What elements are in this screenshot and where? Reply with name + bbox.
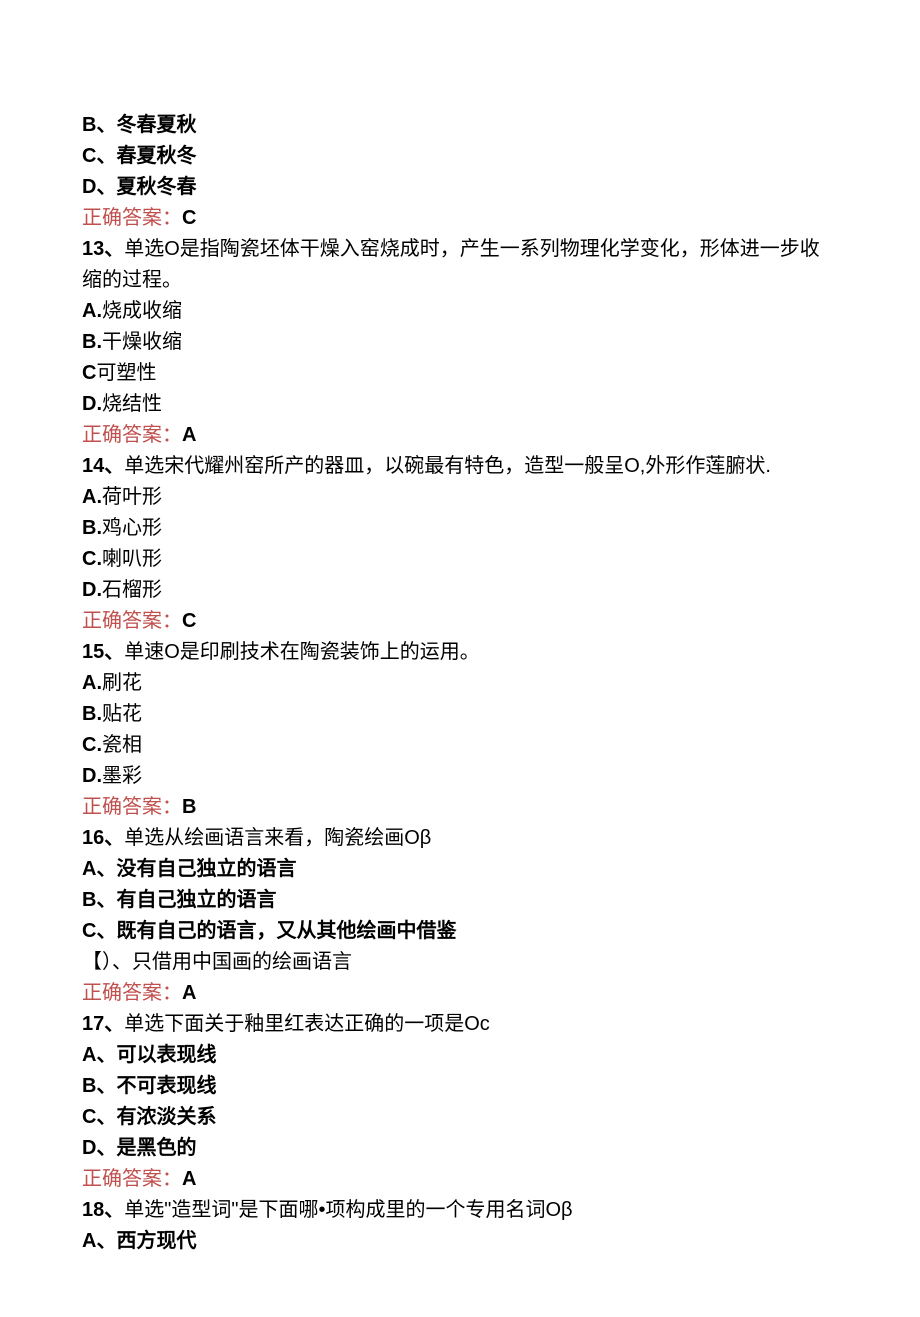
text-line: 13、单选O是指陶瓷坯体干燥入窑烧成时，产生一系列物理化学变化，形体进一步收缩的… [82,234,838,296]
text-part: A. [82,486,102,508]
text-part: 单选下面关于釉里红表达正确的一项是Oc [124,1013,490,1035]
text-part: 喇叭形 [102,548,162,570]
text-part: 可塑性 [96,362,156,384]
text-part: A [182,982,196,1004]
text-content: A、没有自己独立的语言 [82,858,296,880]
text-content: C、春夏秋冬 [82,145,196,167]
text-line: C、既有自己的语言，又从其他绘画中借鉴 [82,916,838,947]
text-content: 【）、只借用中国画的绘画语言 [82,951,352,973]
text-content: C、有浓淡关系 [82,1106,216,1128]
text-part: 正确答案： [82,610,182,632]
text-part: 单速O是印刷技术在陶瓷装饰上的运用。 [124,641,480,663]
text-part: 烧结性 [102,393,162,415]
text-part: 13、 [82,238,124,260]
text-line: A.荷叶形 [82,482,838,513]
text-part: C. [82,734,102,756]
text-part: 瓷相 [102,734,142,756]
text-part: D. [82,765,102,787]
text-part: 单选"造型词"是下面哪•项构成里的一个专用名词Oβ [124,1199,572,1221]
text-part: 14、 [82,455,124,477]
text-line: 正确答案：C [82,203,838,234]
text-line: 【）、只借用中国画的绘画语言 [82,947,838,978]
text-line: C可塑性 [82,358,838,389]
text-part: 18、 [82,1199,124,1221]
text-part: B [182,796,196,818]
text-part: 16、 [82,827,124,849]
text-part: 干燥收缩 [102,331,182,353]
text-line: D、是黑色的 [82,1133,838,1164]
text-line: D、夏秋冬春 [82,172,838,203]
text-line: 正确答案：B [82,792,838,823]
text-line: B、不可表现线 [82,1071,838,1102]
text-line: 16、单选从绘画语言来看，陶瓷绘画Oβ [82,823,838,854]
text-line: B.干燥收缩 [82,327,838,358]
text-part: 单选从绘画语言来看，陶瓷绘画Oβ [124,827,431,849]
text-line: 17、单选下面关于釉里红表达正确的一项是Oc [82,1009,838,1040]
text-part: 15、 [82,641,124,663]
text-part: 烧成收缩 [102,300,182,322]
text-line: C.瓷相 [82,730,838,761]
text-part: 正确答案： [82,1168,182,1190]
text-line: A.烧成收缩 [82,296,838,327]
text-part: 荷叶形 [102,486,162,508]
text-part: C [182,610,196,632]
text-line: C、春夏秋冬 [82,141,838,172]
text-line: 正确答案：C [82,606,838,637]
text-line: 18、单选"造型词"是下面哪•项构成里的一个专用名词Oβ [82,1195,838,1226]
text-part: C [182,207,196,229]
text-line: 14、单选宋代耀州窑所产的器皿，以碗最有特色，造型一般呈O,外形作莲腑状. [82,451,838,482]
text-part: 单选宋代耀州窑所产的器皿，以碗最有特色，造型一般呈O,外形作莲腑状. [124,455,771,477]
text-part: 鸡心形 [102,517,162,539]
text-line: 正确答案：A [82,1164,838,1195]
text-part: B. [82,703,102,725]
text-line: D.石榴形 [82,575,838,606]
text-line: 正确答案：A [82,420,838,451]
text-content: B、有自己独立的语言 [82,889,276,911]
text-part: A [182,1168,196,1190]
text-line: A、西方现代 [82,1226,838,1257]
text-content: D、夏秋冬春 [82,176,196,198]
text-part: A [182,424,196,446]
text-content: D、是黑色的 [82,1137,196,1159]
text-line: B.贴花 [82,699,838,730]
text-part: 正确答案： [82,207,182,229]
text-line: A.刷花 [82,668,838,699]
text-part: B. [82,517,102,539]
text-part: 刷花 [102,672,142,694]
text-part: C [82,362,96,384]
document-page: B、冬春夏秋C、春夏秋冬D、夏秋冬春正确答案：C13、单选O是指陶瓷坯体干燥入窑… [0,0,920,1317]
text-part: A. [82,672,102,694]
text-line: C.喇叭形 [82,544,838,575]
text-part: 正确答案： [82,424,182,446]
text-content: C、既有自己的语言，又从其他绘画中借鉴 [82,920,456,942]
text-line: 正确答案：A [82,978,838,1009]
text-part: 单选O是指陶瓷坯体干燥入窑烧成时，产生一系列物理化学变化，形体进一步收缩的过程。 [82,238,820,291]
text-line: D.烧结性 [82,389,838,420]
text-part: 石榴形 [102,579,162,601]
text-part: 墨彩 [102,765,142,787]
text-line: C、有浓淡关系 [82,1102,838,1133]
text-part: C. [82,548,102,570]
text-part: B. [82,331,102,353]
text-part: D. [82,579,102,601]
text-line: B、冬春夏秋 [82,110,838,141]
text-part: 17、 [82,1013,124,1035]
text-line: A、可以表现线 [82,1040,838,1071]
text-part: D. [82,393,102,415]
text-part: 正确答案： [82,796,182,818]
text-line: D.墨彩 [82,761,838,792]
text-line: B、有自己独立的语言 [82,885,838,916]
text-content: B、不可表现线 [82,1075,216,1097]
text-part: 正确答案： [82,982,182,1004]
text-line: 15、单速O是印刷技术在陶瓷装饰上的运用。 [82,637,838,668]
text-content: A、西方现代 [82,1230,196,1252]
text-line: A、没有自己独立的语言 [82,854,838,885]
text-content: B、冬春夏秋 [82,114,196,136]
text-content: A、可以表现线 [82,1044,216,1066]
text-part: A. [82,300,102,322]
text-line: B.鸡心形 [82,513,838,544]
text-part: 贴花 [102,703,142,725]
